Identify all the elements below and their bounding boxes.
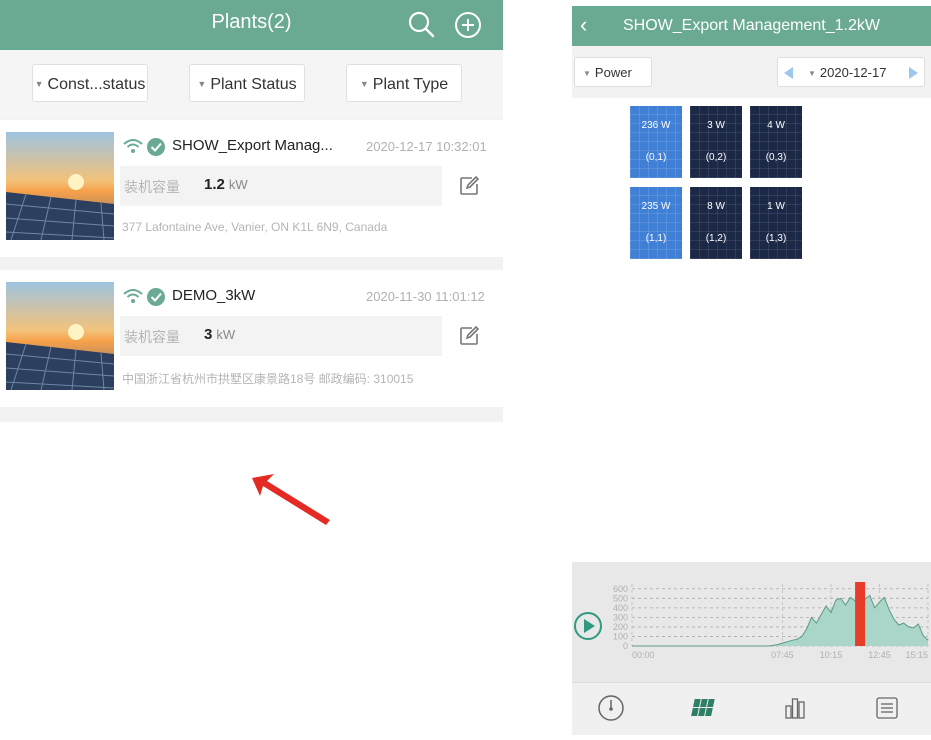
metric-select-label: Power [594,65,632,80]
online-status-icons [123,288,165,306]
capacity-box: 装机容量 3 kW [120,316,442,356]
y-tick-label: 500 [613,593,628,603]
check-circle-icon [147,288,165,306]
edit-icon[interactable] [458,175,480,197]
plant-name[interactable]: SHOW_Export Manag... [172,137,333,154]
y-tick-label: 300 [613,612,628,622]
page-title: SHOW_Export Management_1.2kW [623,17,880,34]
plant-card[interactable]: SHOW_Export Manag... 2020-12-17 10:32:01… [0,120,503,257]
panel-position: (0,2) [705,152,727,163]
plant-name[interactable]: DEMO_3kW [172,287,255,304]
bottom-nav [572,682,931,735]
panel-power: 4 W [767,120,785,131]
time-marker [855,582,866,646]
filter-bar: ▼ Const...status ▼ Plant Status ▼ Plant Typ… [0,50,503,119]
filter-label: Const...status [47,76,146,93]
bar-chart-icon[interactable] [780,693,810,723]
plant-updated-time: 2020-11-30 11:01:12 [366,289,485,304]
capacity-unit: kW [228,177,248,192]
panel-grid-icon[interactable] [688,693,718,723]
plant-thumbnail [6,132,114,240]
capacity-value: 3 kW [204,326,235,343]
plant-address: 中国浙江省杭州市拱墅区康景路18号 邮政编码: 310015 [122,372,414,386]
capacity-number: 3 [204,326,213,343]
list-icon[interactable] [872,693,902,723]
chevron-down-icon: ▼ [197,79,207,89]
panel-power: 235 W [641,201,671,212]
chevron-down-icon: ▼ [583,69,591,78]
solar-panel[interactable]: 8 W (1,2) [690,187,742,259]
capacity-value: 1.2 kW [204,176,248,193]
x-tick-label: 15:15 [905,650,928,660]
y-tick-label: 400 [613,603,628,613]
panel-power: 1 W [767,201,785,212]
panel-power: 8 W [707,201,725,212]
play-icon-triangle [584,619,595,633]
wifi-icon [123,139,143,153]
plant-updated-time: 2020-12-17 10:32:01 [366,139,487,154]
x-tick-label: 10:15 [820,650,843,660]
online-status-icons [123,138,165,156]
panel-position: (1,3) [765,233,787,244]
solar-panel[interactable]: 3 W (0,2) [690,106,742,178]
filter-plant-status[interactable]: ▼ Plant Status [189,64,305,102]
plant-thumbnail [6,282,114,390]
export-header: ‹ SHOW_Export Management_1.2kW [572,6,931,46]
next-date-icon[interactable] [909,67,918,79]
panel-power: 3 W [707,120,725,131]
power-chart: 600 500 400 300 200 100 0 00:00 07:45 10:15 12:45 1… [572,562,931,682]
date-label: 2020-12-17 [819,65,887,80]
check-circle-icon [147,138,165,156]
prev-date-icon[interactable] [784,67,793,79]
x-tick-label: 12:45 [868,650,891,660]
panel-position: (1,2) [705,233,727,244]
solar-panel[interactable]: 4 W (0,3) [750,106,802,178]
plant-address: 377 Lafontaine Ave, Vanier, ON K1L 6N9, … [122,220,388,234]
power-chart-svg: 6005004003002001000 00:00 07:45 10:15 12:45 1… [574,582,929,660]
filter-label: Plant Type [372,76,449,93]
plants-screen: Plants(2) ▼ Const...status ▼ Plant Status … [0,0,503,422]
solar-panel[interactable]: 236 W (0,1) [630,106,682,178]
date-picker[interactable]: ▼ 2020-12-17 [777,57,925,87]
y-tick-label: 600 [613,584,628,594]
search-icon[interactable] [406,9,438,41]
solar-panel[interactable]: 235 W (1,1) [630,187,682,259]
filter-construction-status[interactable]: ▼ Const...status [32,64,148,102]
wifi-icon [123,289,143,303]
chevron-down-icon: ▼ [808,69,816,78]
capacity-unit: kW [216,327,236,342]
x-tick-label: 07:45 [771,650,794,660]
capacity-label: 装机容量 [124,179,180,195]
y-tick-label: 100 [613,631,628,641]
capacity-box: 装机容量 1.2 kW [120,166,442,206]
export-toolbar: ▼ Power ▼ 2020-12-17 [572,46,931,98]
filter-label: Plant Status [210,76,297,93]
panel-position: (0,3) [765,152,787,163]
edit-icon[interactable] [458,325,480,347]
plus-circle-icon[interactable] [452,9,484,41]
gauge-icon[interactable] [596,693,626,723]
filter-plant-type[interactable]: ▼ Plant Type [346,64,462,102]
panel-position: (1,1) [645,233,667,244]
y-tick-label: 200 [613,622,628,632]
solar-panel[interactable]: 1 W (1,3) [750,187,802,259]
chevron-down-icon: ▼ [359,79,369,89]
annotation-arrow-icon [252,474,330,525]
y-tick-label: 0 [623,641,628,651]
plant-card[interactable]: DEMO_3kW 2020-11-30 11:01:12 装机容量 3 kW 中国… [0,270,503,407]
x-tick-label: 00:00 [632,650,655,660]
power-area [632,595,928,646]
plants-header: Plants(2) [0,0,503,50]
capacity-number: 1.2 [204,176,225,193]
chevron-down-icon: ▼ [34,79,44,89]
metric-select[interactable]: ▼ Power [574,57,652,87]
panel-position: (0,1) [645,152,667,163]
capacity-label: 装机容量 [124,329,180,345]
panel-power: 236 W [641,120,671,131]
